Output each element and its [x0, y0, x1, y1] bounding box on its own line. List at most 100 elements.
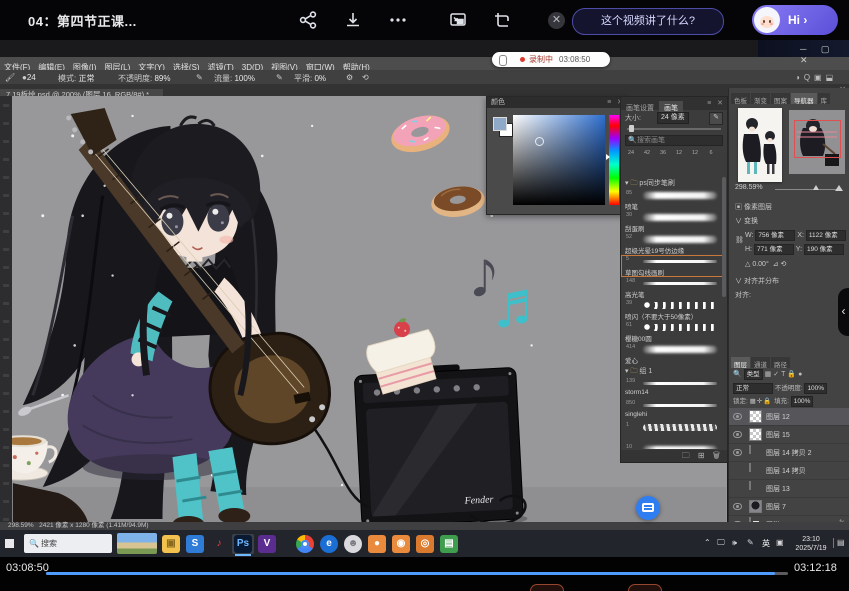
pen-icon[interactable]: ✎	[747, 538, 754, 547]
brush-item[interactable]: 30刮蛋刷	[621, 211, 723, 233]
orange-browser-icon[interactable]: ◉	[390, 534, 412, 554]
brush-folder[interactable]: ▾ 🗀 ps同步笔刷	[621, 177, 723, 189]
brush-preset[interactable]: 12	[687, 149, 703, 156]
more-icon[interactable]	[388, 10, 408, 30]
chat-bubble-button[interactable]	[636, 496, 660, 520]
layer-opacity-field[interactable]: 100%	[804, 383, 827, 394]
navigator-zoom-slider[interactable]	[775, 189, 837, 190]
brush-panel-footer-icons[interactable]: 🗀 ⊞ 🗑	[621, 450, 727, 462]
layers-tab-通道[interactable]: 通道	[751, 357, 770, 368]
layer-thumbnail[interactable]	[749, 445, 751, 454]
visibility-eye-icon[interactable]	[733, 503, 742, 510]
brush-item[interactable]: 139storm14	[621, 377, 723, 399]
airbrush-icon[interactable]: ✎	[276, 73, 283, 82]
menu-视图(V)[interactable]: 视图(V)	[267, 60, 302, 70]
blend-mode-select[interactable]: 正常	[733, 383, 773, 394]
brush-item[interactable]: 148高光笔	[621, 277, 723, 299]
brush-tool-icon[interactable]: 🖌	[5, 73, 15, 82]
progress-track[interactable]	[46, 572, 788, 575]
filter-type-select[interactable]: 类型	[744, 369, 763, 380]
brush-item[interactable]: 10SZNWL	[621, 443, 723, 449]
layer-row[interactable]: 图层 12	[729, 408, 849, 426]
layer-thumbnail[interactable]	[749, 481, 751, 490]
brush-preset[interactable]: 24	[623, 149, 639, 156]
brush-size-slider[interactable]	[627, 128, 721, 130]
brush-item[interactable]: 1	[621, 421, 723, 443]
saturation-brightness-field[interactable]	[513, 115, 605, 205]
menu-编辑(E)[interactable]: 编辑(E)	[34, 60, 69, 70]
opacity-option[interactable]: 不透明度: 89%	[118, 73, 170, 84]
brush-search-input[interactable]: 🔍 搜索画笔	[625, 135, 723, 146]
layers-tab-图层[interactable]: 图层	[731, 357, 750, 368]
menu-图层(L)[interactable]: 图层(L)	[100, 60, 134, 70]
brush-size-slider-knob[interactable]	[629, 125, 634, 132]
download-icon[interactable]	[343, 10, 363, 30]
brush-item[interactable]: 61樱糖00圆	[621, 321, 723, 343]
panel-tab-色板[interactable]: 色板	[731, 93, 750, 104]
menu-帮助(H)[interactable]: 帮助(H)	[339, 60, 374, 70]
menu-滤镜(T)[interactable]: 滤镜(T)	[204, 60, 238, 70]
status-zoom[interactable]: 298.59%	[8, 522, 34, 529]
picture-in-picture-icon[interactable]	[448, 10, 468, 30]
photoshop-icon[interactable]: Ps	[232, 534, 254, 554]
brush-size-value[interactable]: 24 像素	[657, 112, 689, 124]
layers-tab-路径[interactable]: 路径	[771, 357, 790, 368]
ime-indicator[interactable]: 英	[762, 538, 770, 549]
ask-video-button[interactable]: 这个视频讲了什么?	[572, 8, 724, 35]
layer-row[interactable]: 图层 14 拷贝 2	[729, 444, 849, 462]
menu-文件(F)[interactable]: 文件(F)	[0, 60, 34, 70]
account-icon[interactable]: ☻	[342, 534, 364, 554]
transform-section-header[interactable]: ∨ 变换	[735, 216, 758, 226]
trim-icon[interactable]	[492, 10, 512, 30]
brush-preset[interactable]: 6	[703, 149, 719, 156]
layer-thumbnail[interactable]	[749, 463, 751, 472]
navigator-zoom-value[interactable]: 298.59%	[735, 184, 763, 191]
filter-icons[interactable]: ▦✓T🔒●	[765, 371, 805, 378]
share-icon[interactable]	[298, 10, 318, 30]
explorer-icon[interactable]: ▣	[160, 534, 182, 554]
ps-toolbar[interactable]	[0, 96, 12, 525]
green-doc-icon[interactable]: ▤	[438, 534, 460, 554]
rotate-angle-field[interactable]: △ 0.00° ⊿ ⟲	[745, 260, 786, 268]
workspace-icons[interactable]: ◑Q▣⬓	[795, 73, 837, 82]
window-controls[interactable]: ─ ▢ ✕	[800, 44, 849, 66]
gear-icon[interactable]: ⚙	[346, 73, 353, 82]
panel-tab-库[interactable]: 库	[818, 93, 831, 104]
hue-slider-marker[interactable]	[606, 154, 610, 160]
brush-item[interactable]: 52超级光晕19号仿边缘	[621, 233, 723, 255]
brush-folder[interactable]: ▾ 🗀 组 1	[621, 365, 723, 377]
layer-thumbnail[interactable]	[749, 500, 762, 513]
menu-3D(D)[interactable]: 3D(D)	[238, 61, 267, 70]
smoothing-option[interactable]: 平滑: 0%	[294, 73, 326, 84]
link-dimensions-icon[interactable]: ⛓	[735, 236, 744, 244]
menu-图像(I)[interactable]: 图像(I)	[69, 60, 101, 70]
reference-image-thumbnail[interactable]	[738, 108, 782, 182]
notification-center-icon[interactable]: ▤	[833, 538, 847, 548]
netdisk-icon[interactable]: S	[184, 534, 206, 554]
layer-row[interactable]: 图层 15	[729, 426, 849, 444]
brush-size-preview[interactable]: ●24	[22, 73, 36, 82]
menu-文字(Y)[interactable]: 文字(Y)	[134, 60, 169, 70]
menu-窗口(W)[interactable]: 窗口(W)	[302, 60, 339, 70]
lock-icons[interactable]: ▦✛🔒	[750, 398, 773, 405]
qr-icon[interactable]: ▣	[776, 538, 784, 547]
chrome-icon[interactable]	[294, 534, 316, 554]
layer-thumbnail[interactable]	[749, 428, 762, 441]
edge-icon[interactable]: e	[318, 534, 340, 554]
layer-row[interactable]: 图层 7	[729, 498, 849, 516]
width-field[interactable]: 756 像素	[755, 230, 795, 241]
brush-preset[interactable]: 36	[655, 149, 671, 156]
weather-widget-thumbnail[interactable]	[117, 533, 157, 554]
visibility-eye-icon[interactable]	[733, 449, 742, 456]
zoom-in-icon[interactable]	[835, 185, 843, 191]
ghost-button[interactable]	[530, 584, 564, 591]
color-picker-marker[interactable]	[535, 137, 544, 146]
app-v-icon[interactable]: V	[256, 534, 278, 554]
visibility-eye-icon[interactable]	[733, 431, 742, 438]
navigator-view-rect[interactable]	[794, 120, 841, 158]
height-field[interactable]: 771 像素	[754, 244, 794, 255]
blend-mode-option[interactable]: 模式: 正常	[58, 73, 94, 84]
brush-item[interactable]: 39喷闪（不要大于50像素）	[621, 299, 723, 321]
tray-expand-icon[interactable]: ⌃	[704, 538, 711, 547]
brush-item[interactable]: 850singlehi	[621, 399, 723, 421]
